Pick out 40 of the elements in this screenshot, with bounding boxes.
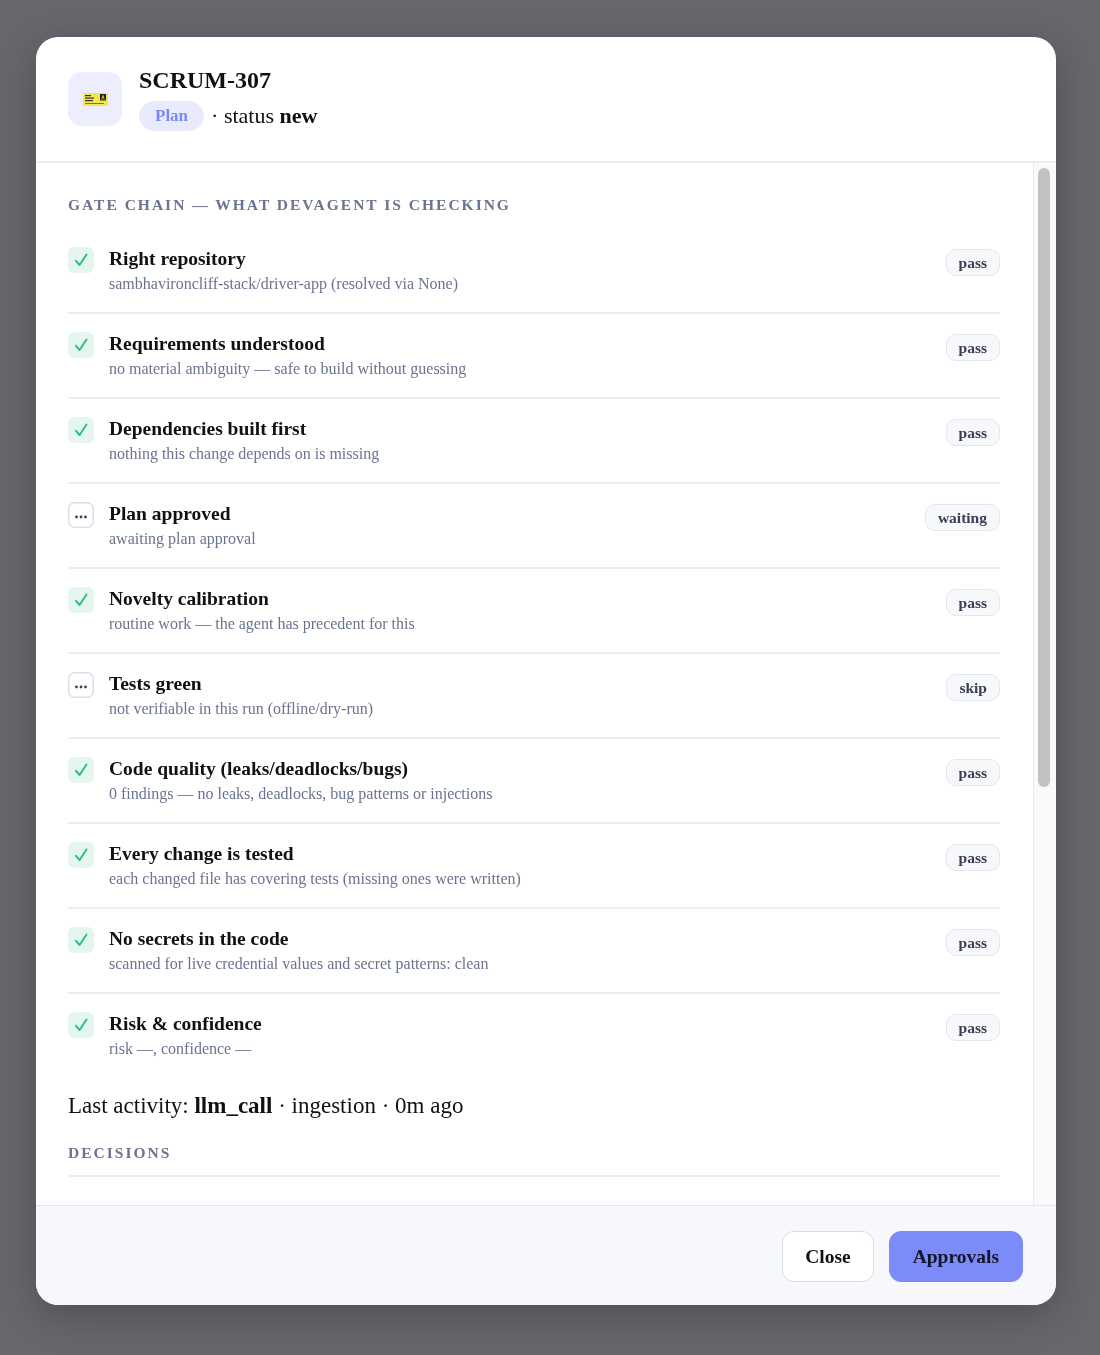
gate-title: Novelty calibration [109,587,270,611]
gate-title: No secrets in the code [109,927,290,951]
approvals-button[interactable]: Approvals [888,1231,1023,1282]
gate-detail: awaiting plan approval [109,529,257,550]
close-button[interactable]: Close [782,1231,874,1282]
gate-detail: no material ambiguity — safe to build without guessing [109,359,468,380]
section-heading: GATE CHAIN — WHAT DEVAGENT IS CHECKING [68,195,512,215]
gate-title: Right repository [109,247,247,271]
status-badge: pass [945,589,1000,616]
gate-detail: not verifiable in this run (offline/dry-run) [109,699,375,720]
gate-detail: scanned for live credential values and secret patterns: clean [109,954,490,975]
status-badge: skip [946,674,1000,701]
gate-title: Tests green [109,672,203,696]
status-badge: waiting [924,504,1000,531]
gate-detail: routine work — the agent has precedent for this [109,614,416,635]
status-badge: pass [945,419,1000,446]
gate-title: Risk & confidence [109,1012,263,1036]
stage-badge: Plan [139,101,205,131]
status-badge: pass [945,844,1000,871]
gate-title: Every change is tested [109,842,295,866]
scrollbar-thumb[interactable] [1038,168,1050,787]
status-badge: pass [945,334,1000,361]
status-badge: pass [945,929,1000,956]
gate-detail: each changed file has covering tests (missing ones were written) [109,869,522,890]
gate-detail: risk —, confidence — [109,1039,253,1059]
last-activity-text: Last activity: llm_call · ingestion · 0m ago [68,1092,465,1120]
dialog-title: SCRUM-307 [139,66,272,94]
status-badge: pass [945,759,1000,786]
gate-title: Code quality (leaks/deadlocks/bugs) [109,757,410,781]
gate-detail: nothing this change depends on is missing [109,444,381,465]
gate-detail: sambhavironcliff-stack/driver-app (resolved via None) [109,274,460,295]
status-text: · status new [211,102,318,130]
gate-detail: 0 findings — no leaks, deadlocks, bug patterns or injections [109,784,494,805]
gate-title: Dependencies built first [109,417,308,441]
gate-title: Plan approved [109,502,232,526]
gate-title: Requirements understood [109,332,326,356]
ticket-icon [68,72,122,126]
section-heading: DECISIONS [68,1143,1000,1177]
status-badge: pass [945,249,1000,276]
status-badge: pass [945,1014,1000,1041]
